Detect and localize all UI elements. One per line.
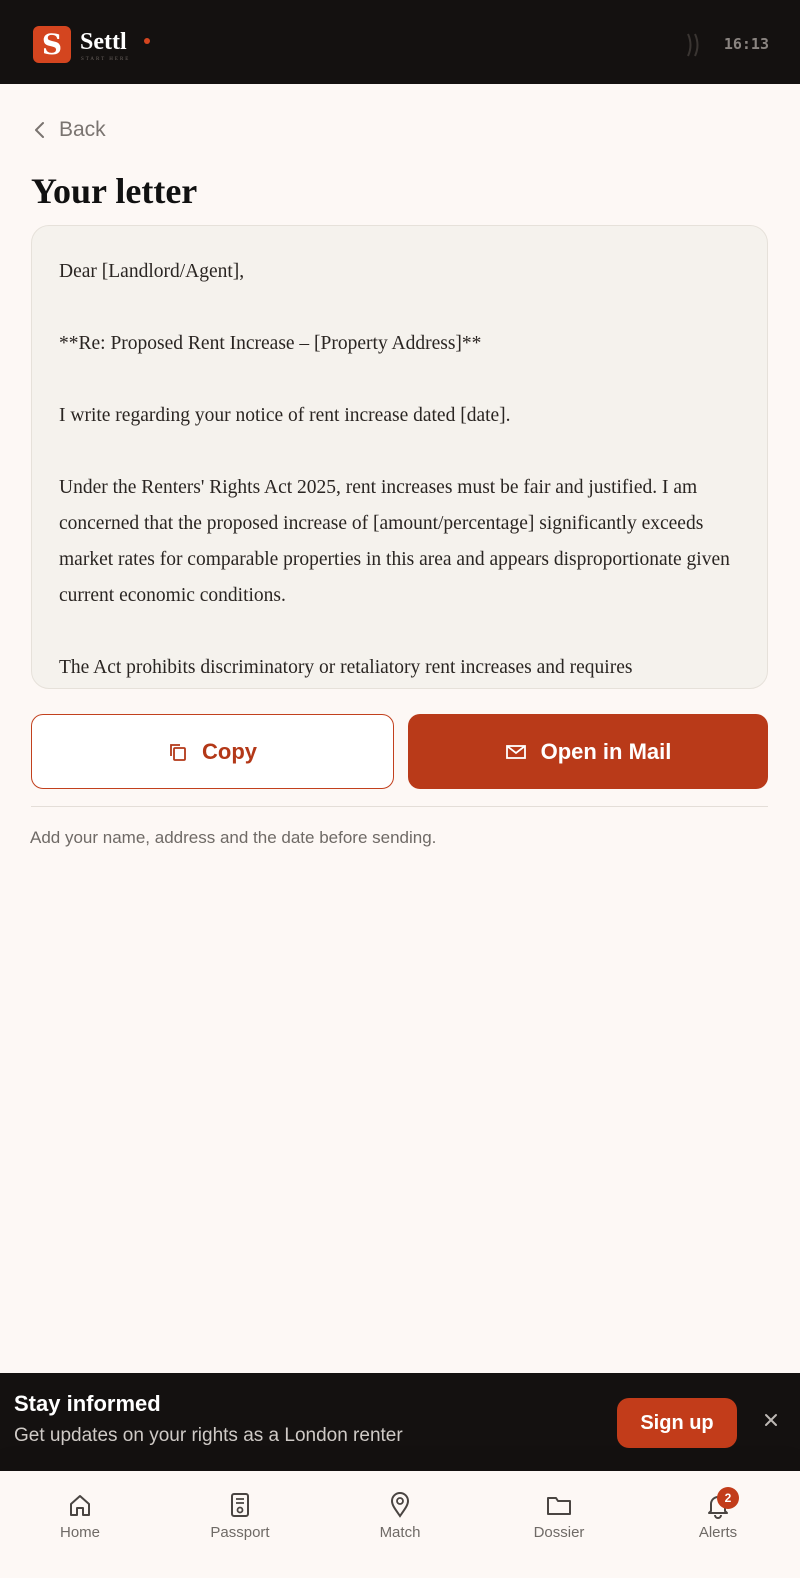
status-time: 16:13 [723,35,769,53]
brand-tagline: START HERE [81,57,131,62]
signal-icon [687,33,699,57]
bottom-tab-bar: Home Passport Match Dossier 2 Alerts [0,1471,800,1578]
tab-home[interactable]: Home [20,1491,140,1541]
copy-icon [170,743,186,761]
app-logo[interactable]: S [33,26,71,63]
letter-paragraph: I write regarding your notice of rent in… [59,405,511,426]
banner-subtitle: Get updates on your rights as a London r… [14,1425,403,1446]
logo-letter: S [41,27,63,61]
tab-label: Dossier [533,1524,585,1541]
passport-icon [231,1493,249,1517]
letter-paragraph: Dear [Landlord/Agent], [59,261,245,282]
banner-title: Stay informed [14,1391,161,1416]
home-icon [70,1495,90,1516]
copy-label: Copy [202,738,257,764]
divider [31,806,768,807]
sign-up-button[interactable]: Sign up [617,1398,737,1448]
brand-name: Settl [80,29,127,55]
tab-alerts[interactable]: 2 Alerts [658,1487,778,1541]
close-icon [765,1414,777,1426]
letter-paragraph: The Act prohibits discriminatory or reta… [59,657,633,678]
sending-hint: Add your name, address and the date befo… [30,828,437,847]
app-header: S Settl START HERE 16:13 [0,0,800,84]
tab-match[interactable]: Match [340,1491,460,1541]
back-label: Back [59,118,106,141]
letter-preview[interactable]: Dear [Landlord/Agent], **Re: Proposed Re… [31,225,768,689]
letter-paragraph: Under the Renters' Rights Act 2025, rent… [59,477,730,606]
location-pin-icon [390,1492,410,1518]
tab-passport[interactable]: Passport [180,1491,300,1541]
folder-icon [547,1497,571,1515]
mail-icon [505,744,526,759]
chevron-left-icon [35,122,44,138]
alerts-count-badge: 2 [717,1487,739,1509]
tab-label: Passport [210,1524,270,1541]
letter-paragraph: **Re: Proposed Rent Increase – [Property… [59,333,482,354]
tab-label: Match [379,1524,421,1541]
newsletter-banner: Stay informed Get updates on your rights… [0,1373,800,1471]
mail-label: Open in Mail [540,738,672,764]
page-title: Your letter [31,171,198,211]
tab-dossier[interactable]: Dossier [499,1491,619,1541]
close-banner-button[interactable] [760,1409,782,1431]
brand-dot [144,38,150,44]
tab-label: Home [59,1524,100,1541]
open-in-mail-button[interactable]: Open in Mail [408,714,768,789]
copy-button[interactable]: Copy [31,714,394,789]
tab-label: Alerts [698,1524,738,1541]
back-button[interactable]: Back [33,116,106,144]
